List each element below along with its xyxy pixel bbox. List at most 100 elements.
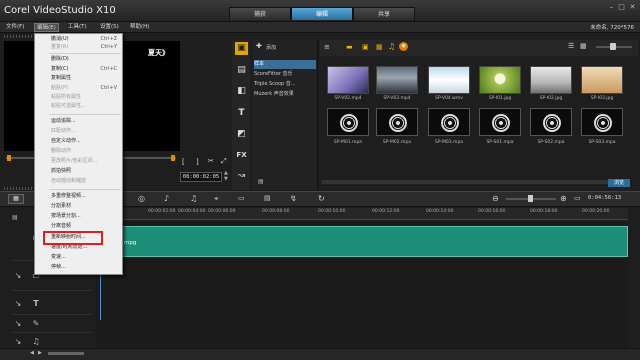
menu-paste[interactable]: 粘贴(P) Ctrl+V — [51, 85, 121, 92]
image-thumbnail[interactable] — [581, 66, 623, 94]
menu-snapshot[interactable]: 抓拍快照 — [51, 168, 121, 175]
preview-timecode[interactable]: 00:00:02:05 — [180, 172, 222, 182]
trim-start-marker[interactable] — [7, 155, 11, 161]
library-menu-icon[interactable]: ≡ — [324, 43, 330, 51]
auto-music-icon[interactable]: ♫ — [190, 194, 197, 203]
audio-disc-icon[interactable] — [530, 108, 572, 136]
trim-end-marker[interactable] — [171, 155, 175, 161]
video-thumbnail[interactable] — [428, 66, 470, 94]
menu-multi-trim[interactable]: 多重修整视频... — [51, 193, 121, 200]
menu-change-duration[interactable]: 更改照片/色彩区间... — [51, 158, 121, 165]
menu-tools[interactable]: 工具(T) — [66, 23, 89, 32]
menu-speed-time-lapse[interactable]: 速度/时间流逝... — [51, 244, 121, 251]
zoom-in-icon[interactable]: ⊕ — [560, 194, 567, 203]
image-thumbnail[interactable] — [530, 66, 572, 94]
folder-open-icon[interactable]: ▬ — [346, 43, 353, 51]
graphic-icon[interactable]: ◩ — [235, 128, 248, 141]
audio-disc-icon[interactable] — [327, 108, 369, 136]
menu-motion-tracking[interactable]: 运动追踪... — [51, 118, 121, 125]
menu-paste-all-attributes[interactable]: 粘贴所有属性 — [51, 94, 121, 101]
add-folder-label[interactable]: 添加 — [266, 44, 276, 51]
menu-split-audio[interactable]: 分离音频 — [51, 223, 121, 230]
scroll-left-icon[interactable]: ◀ — [30, 350, 34, 356]
image-filter-icon[interactable]: ▦ — [376, 43, 383, 51]
menu-remove-motion[interactable]: 删除动作 — [51, 148, 121, 155]
video-filter-icon[interactable]: ▣ — [362, 43, 369, 51]
menu-edit[interactable]: 编辑(E) — [34, 23, 59, 32]
folder-item[interactable]: ScoreFitter 音乐 — [254, 70, 316, 79]
mark-out-button[interactable]: ] — [196, 158, 199, 166]
menu-match-motion[interactable]: 匹配动作... — [51, 128, 121, 135]
music-track-icon[interactable]: ♫ — [30, 336, 42, 348]
panel-grip[interactable] — [4, 35, 34, 38]
zoom-slider-handle[interactable] — [528, 195, 533, 202]
menu-auto-pan-zoom[interactable]: 自动摇动和缩放 — [51, 178, 121, 185]
track-link-icon[interactable]: ↘ — [12, 318, 24, 330]
instant-project-icon[interactable]: ▤ — [235, 64, 248, 77]
audio-disc-icon[interactable] — [376, 108, 418, 136]
sound-mixer-icon[interactable]: ♪ — [164, 194, 169, 203]
timecode-stepper-icon[interactable]: ▲ ▼ — [224, 170, 228, 182]
scroll-right-icon[interactable]: ▶ — [38, 350, 42, 356]
path-icon[interactable]: ↝ — [235, 170, 248, 183]
track-link-icon[interactable]: ↘ — [12, 298, 24, 310]
audio-disc-icon[interactable] — [479, 108, 521, 136]
audio-disc-icon[interactable] — [428, 108, 470, 136]
menu-split-by-scene[interactable]: 按场景分割... — [51, 213, 121, 220]
tab-share[interactable]: 共享 — [353, 7, 415, 20]
timeline-grip[interactable] — [4, 187, 34, 190]
loop-icon[interactable]: ↻ — [318, 194, 325, 203]
menu-undo[interactable]: 撤消(U) Ctrl+Z — [51, 36, 121, 43]
video-thumbnail[interactable] — [376, 66, 418, 94]
fx-icon[interactable]: FX — [235, 149, 248, 162]
menu-variable-speed[interactable]: 变速... — [51, 254, 121, 261]
browse-button[interactable]: 浏览 — [608, 179, 630, 187]
video-thumbnail[interactable] — [327, 66, 369, 94]
storyboard-view-icon[interactable]: ▦ — [8, 194, 24, 204]
subtitle-icon[interactable]: ▭ — [238, 194, 245, 202]
menu-split-clip[interactable]: 分割素材 — [51, 203, 121, 210]
menu-settings[interactable]: 设置(S) — [98, 23, 121, 32]
menu-freeze-frame[interactable]: 停帧... — [51, 264, 121, 271]
thumbnail-size-handle[interactable] — [610, 43, 616, 50]
menu-help[interactable]: 帮助(H) — [128, 23, 151, 32]
video-clip[interactable] — [119, 226, 628, 257]
time-remap-icon[interactable]: ↯ — [290, 194, 297, 203]
enlarge-icon[interactable]: ⤢ — [221, 157, 227, 166]
image-thumbnail[interactable] — [479, 66, 521, 94]
media-icon[interactable]: ▣ — [235, 42, 248, 55]
menu-redo[interactable]: 重复(R) Ctrl+Y — [51, 44, 121, 51]
motion-track-icon[interactable]: ⌖ — [214, 194, 219, 204]
menu-customize-motion[interactable]: 自定义动作... — [51, 138, 121, 145]
audio-filter-icon[interactable]: ♫ — [388, 42, 395, 51]
minimize-icon[interactable]: – — [607, 3, 616, 11]
transition-icon[interactable]: ◧ — [235, 85, 248, 98]
folder-item[interactable]: Muzerk 声音效果 — [254, 90, 316, 99]
title-track-icon[interactable]: T — [30, 298, 42, 310]
mark-in-button[interactable]: [ — [182, 158, 185, 166]
online-content-icon[interactable]: ◉ — [399, 42, 408, 51]
timeline-scroll-thumb[interactable] — [48, 352, 84, 355]
split-icon[interactable]: ✂ — [208, 157, 214, 165]
zoom-out-icon[interactable]: ⊖ — [492, 194, 499, 203]
menu-copy-attributes[interactable]: 复制属性 — [51, 75, 121, 82]
title-icon[interactable]: T — [235, 107, 248, 120]
menu-copy[interactable]: 复制(C) Ctrl+C — [51, 66, 121, 73]
track-link-icon[interactable]: ↘ — [12, 270, 24, 282]
close-icon[interactable]: ✕ — [628, 3, 637, 11]
fit-project-icon[interactable]: ▭ — [574, 194, 581, 202]
menu-file[interactable]: 文件(F) — [4, 23, 26, 32]
add-folder-icon[interactable]: ✚ — [256, 42, 262, 50]
browse-folder-icon[interactable]: ▤ — [258, 178, 264, 185]
thumbnail-view-icon[interactable]: ▦ — [580, 42, 587, 50]
library-scrollbar[interactable] — [322, 180, 622, 184]
folder-item[interactable]: 样本 — [254, 60, 316, 69]
tab-capture[interactable]: 捕获 — [229, 7, 291, 20]
record-icon[interactable]: ◎ — [138, 194, 145, 203]
maximize-icon[interactable]: □ — [617, 3, 626, 11]
multi-camera-icon[interactable]: ▤ — [264, 194, 271, 202]
voice-track-icon[interactable]: ✎ — [30, 318, 42, 330]
audio-disc-icon[interactable] — [581, 108, 623, 136]
folder-item[interactable]: Triple Scoop 音... — [254, 80, 316, 89]
menu-delete[interactable]: 删除(D) — [51, 56, 121, 63]
